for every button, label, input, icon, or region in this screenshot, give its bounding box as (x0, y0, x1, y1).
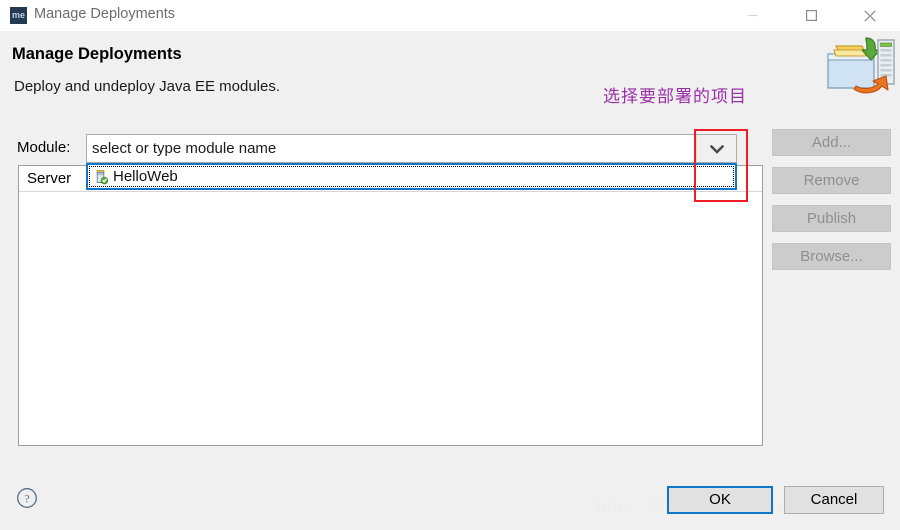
deployment-banner-icon (822, 32, 898, 100)
module-combo-box[interactable] (86, 134, 737, 163)
module-dropdown-list[interactable]: HelloWeb (86, 163, 737, 190)
maximize-icon (805, 10, 817, 21)
publish-button[interactable]: Publish (772, 205, 891, 232)
server-table[interactable]: Server (18, 165, 763, 446)
page-title: Manage Deployments (12, 45, 182, 63)
chevron-down-icon (709, 145, 724, 154)
module-label: Module: (17, 139, 71, 156)
remove-button[interactable]: Remove (772, 167, 891, 194)
title-bar: me Manage Deployments (0, 0, 900, 31)
add-button[interactable]: Add... (772, 129, 891, 156)
browse-button[interactable]: Browse... (772, 243, 891, 270)
war-module-icon (93, 169, 109, 185)
dropdown-option-helloweb[interactable]: HelloWeb (89, 166, 734, 187)
close-icon (864, 10, 876, 22)
module-input[interactable] (87, 135, 696, 162)
ok-button[interactable]: OK (667, 486, 773, 514)
manage-deployments-dialog: me Manage Deployments Manage Deployments… (0, 0, 900, 530)
chinese-annotation-note: 选择要部署的项目 (603, 87, 747, 107)
column-header-server: Server (27, 170, 72, 187)
maximize-button[interactable] (788, 0, 834, 31)
close-button[interactable] (847, 0, 893, 31)
window-title: Manage Deployments (34, 6, 176, 22)
minimize-icon (747, 14, 757, 17)
svg-text:?: ? (24, 491, 29, 505)
page-description: Deploy and undeploy Java EE modules. (14, 78, 281, 95)
cancel-button[interactable]: Cancel (784, 486, 884, 514)
dropdown-option-label: HelloWeb (113, 168, 178, 185)
module-dropdown-toggle[interactable] (696, 135, 736, 162)
help-icon[interactable]: ? (16, 487, 38, 509)
me-app-icon: me (10, 7, 27, 24)
minimize-button[interactable] (729, 0, 775, 31)
